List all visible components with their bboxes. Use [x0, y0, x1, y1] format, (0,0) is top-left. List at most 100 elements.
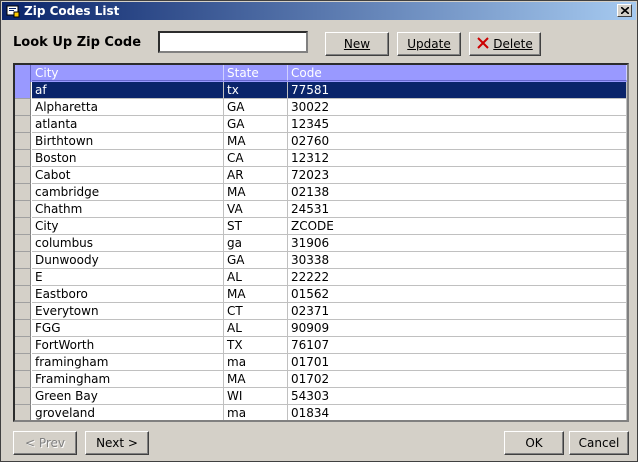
code-cell[interactable]: 72023	[288, 167, 627, 184]
column-header-city[interactable]: City	[32, 65, 224, 81]
code-cell[interactable]: 22222	[288, 269, 627, 286]
table-row[interactable]: Green Bay WI 54303	[15, 388, 627, 405]
table-row[interactable]: Cabot AR 72023	[15, 167, 627, 184]
state-cell[interactable]: ma	[224, 354, 288, 371]
state-cell[interactable]: AR	[224, 167, 288, 184]
table-row[interactable]: atlanta GA 12345	[15, 116, 627, 133]
row-selector[interactable]	[15, 320, 31, 337]
table-row[interactable]: Eastboro MA 01562	[15, 286, 627, 303]
city-cell[interactable]: framingham	[32, 354, 224, 371]
code-cell[interactable]: 02371	[288, 303, 627, 320]
table-row[interactable]: City ST ZCODE	[15, 218, 627, 235]
table-row[interactable]: af tx 77581	[15, 82, 627, 99]
delete-button[interactable]: Delete	[469, 32, 541, 56]
row-selector[interactable]	[15, 371, 31, 388]
city-cell[interactable]: cambridge	[32, 184, 224, 201]
row-selector[interactable]	[15, 184, 31, 201]
city-cell[interactable]: Dunwoody	[32, 252, 224, 269]
close-button[interactable]	[617, 4, 632, 17]
code-cell[interactable]: 02760	[288, 133, 627, 150]
state-cell[interactable]: CA	[224, 150, 288, 167]
row-selector[interactable]	[15, 218, 31, 235]
new-button[interactable]: New	[325, 32, 389, 56]
row-selector[interactable]	[15, 235, 31, 252]
code-cell[interactable]: 12312	[288, 150, 627, 167]
row-selector[interactable]	[15, 269, 31, 286]
table-row[interactable]: Boston CA 12312	[15, 150, 627, 167]
city-cell[interactable]: atlanta	[32, 116, 224, 133]
row-selector[interactable]	[15, 303, 31, 320]
state-cell[interactable]: ma	[224, 405, 288, 420]
table-row[interactable]: Everytown CT 02371	[15, 303, 627, 320]
column-header-code[interactable]: Code	[288, 65, 627, 81]
next-button[interactable]: Next >	[85, 431, 149, 455]
row-selector[interactable]	[15, 133, 31, 150]
title-bar[interactable]: Zip Codes List	[2, 2, 636, 20]
table-row[interactable]: Birthtown MA 02760	[15, 133, 627, 150]
code-cell[interactable]: 31906	[288, 235, 627, 252]
city-cell[interactable]: Everytown	[32, 303, 224, 320]
code-cell[interactable]: 01701	[288, 354, 627, 371]
row-selector[interactable]	[15, 337, 31, 354]
state-cell[interactable]: WI	[224, 388, 288, 405]
update-button[interactable]: Update	[397, 32, 461, 56]
state-cell[interactable]: TX	[224, 337, 288, 354]
city-cell[interactable]: Eastboro	[32, 286, 224, 303]
ok-button[interactable]: OK	[504, 431, 564, 455]
table-row[interactable]: framingham ma 01701	[15, 354, 627, 371]
row-selector[interactable]	[15, 354, 31, 371]
city-cell[interactable]: Cabot	[32, 167, 224, 184]
table-row[interactable]: Dunwoody GA 30338	[15, 252, 627, 269]
city-cell[interactable]: Chathm	[32, 201, 224, 218]
state-cell[interactable]: VA	[224, 201, 288, 218]
table-row[interactable]: cambridge MA 02138	[15, 184, 627, 201]
row-selector[interactable]	[15, 405, 31, 420]
city-cell[interactable]: FortWorth	[32, 337, 224, 354]
state-cell[interactable]: AL	[224, 320, 288, 337]
city-cell[interactable]: groveland	[32, 405, 224, 420]
code-cell[interactable]: 30022	[288, 99, 627, 116]
code-cell[interactable]: 24531	[288, 201, 627, 218]
city-cell[interactable]: Green Bay	[32, 388, 224, 405]
cancel-button[interactable]: Cancel	[569, 431, 629, 455]
city-cell[interactable]: Framingham	[32, 371, 224, 388]
row-selector[interactable]	[15, 99, 31, 116]
code-cell[interactable]: 54303	[288, 388, 627, 405]
city-cell[interactable]: Boston	[32, 150, 224, 167]
code-cell[interactable]: 76107	[288, 337, 627, 354]
state-cell[interactable]: AL	[224, 269, 288, 286]
city-cell[interactable]: af	[32, 82, 224, 99]
state-cell[interactable]: MA	[224, 184, 288, 201]
row-selector[interactable]	[15, 82, 31, 99]
state-cell[interactable]: MA	[224, 286, 288, 303]
code-cell[interactable]: 01562	[288, 286, 627, 303]
state-cell[interactable]: CT	[224, 303, 288, 320]
state-cell[interactable]: tx	[224, 82, 288, 99]
city-cell[interactable]: columbus	[32, 235, 224, 252]
table-row[interactable]: FortWorth TX 76107	[15, 337, 627, 354]
row-selector[interactable]	[15, 116, 31, 133]
code-cell[interactable]: ZCODE	[288, 218, 627, 235]
table-row[interactable]: FGG AL 90909	[15, 320, 627, 337]
table-row[interactable]: groveland ma 01834	[15, 405, 627, 420]
city-cell[interactable]: E	[32, 269, 224, 286]
state-cell[interactable]: MA	[224, 371, 288, 388]
table-row[interactable]: Chathm VA 24531	[15, 201, 627, 218]
table-row[interactable]: Alpharetta GA 30022	[15, 99, 627, 116]
lookup-zip-input[interactable]	[158, 31, 308, 53]
state-cell[interactable]: MA	[224, 133, 288, 150]
code-cell[interactable]: 01834	[288, 405, 627, 420]
code-cell[interactable]: 02138	[288, 184, 627, 201]
city-cell[interactable]: Alpharetta	[32, 99, 224, 116]
state-cell[interactable]: ga	[224, 235, 288, 252]
state-cell[interactable]: GA	[224, 99, 288, 116]
state-cell[interactable]: ST	[224, 218, 288, 235]
table-row[interactable]: Framingham MA 01702	[15, 371, 627, 388]
table-row[interactable]: columbus ga 31906	[15, 235, 627, 252]
code-cell[interactable]: 30338	[288, 252, 627, 269]
city-cell[interactable]: Birthtown	[32, 133, 224, 150]
state-cell[interactable]: GA	[224, 116, 288, 133]
row-selector[interactable]	[15, 286, 31, 303]
table-row[interactable]: E AL 22222	[15, 269, 627, 286]
zip-codes-grid[interactable]: City State Code af tx 77581 Alpharetta GA 300…	[13, 63, 629, 422]
